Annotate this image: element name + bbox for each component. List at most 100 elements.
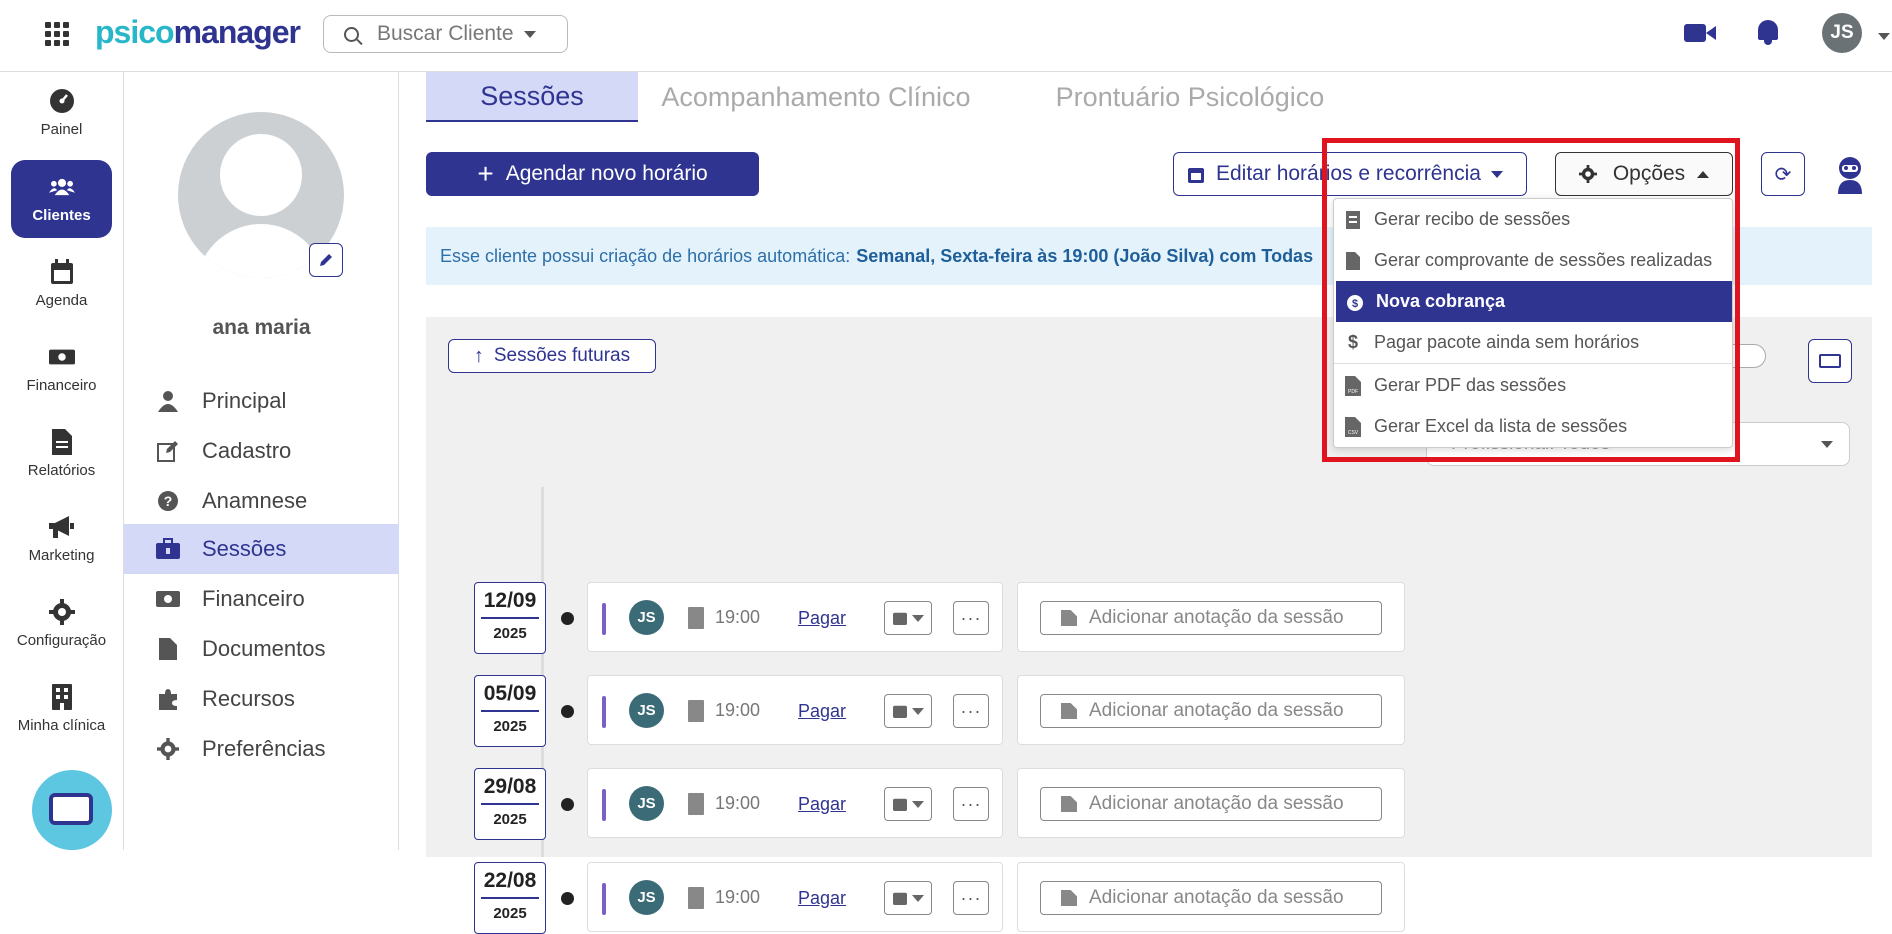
add-note-button[interactable]: Adicionar anotação da sessão (1040, 787, 1382, 821)
profile-menu-preferencias[interactable]: Preferências (124, 724, 399, 774)
profile-menu-recursos[interactable]: Recursos (124, 674, 399, 724)
briefcase-icon (156, 537, 180, 561)
pay-link[interactable]: Pagar (798, 794, 846, 815)
timeline-dot (561, 892, 574, 905)
users-icon (48, 175, 75, 199)
main-sidebar: Painel Clientes Agenda Financeiro Relató… (0, 72, 124, 850)
calendar-dropdown-button[interactable] (884, 694, 932, 728)
bell-icon[interactable] (1756, 18, 1780, 46)
top-bar: psicomanager Buscar Cliente JS (0, 0, 1892, 72)
session-time: 19:00 (715, 700, 761, 720)
future-sessions-button[interactable]: ↑ Sessões futuras (448, 339, 656, 373)
nav-agenda[interactable]: Agenda (11, 245, 112, 323)
calendar-icon (892, 612, 907, 625)
note-edit-icon (1061, 610, 1077, 626)
calendar-icon (892, 892, 907, 905)
user-icon (156, 389, 180, 413)
pencil-icon (320, 254, 332, 266)
tab-prontuario-psicologico[interactable]: Prontuário Psicológico (1034, 72, 1346, 122)
money-icon (48, 345, 75, 369)
puzzle-icon (156, 687, 180, 711)
chevron-down-icon[interactable] (1878, 33, 1890, 40)
question-icon: ? (156, 489, 180, 513)
calendar-dropdown-button[interactable] (884, 787, 932, 821)
session-time: 19:00 (715, 793, 761, 813)
calendar-dropdown-button[interactable] (884, 601, 932, 635)
id-card-button[interactable] (1808, 339, 1852, 383)
profile-menu-financeiro[interactable]: Financeiro (124, 574, 399, 624)
session-date: 12/09 2025 (474, 582, 546, 654)
nav-configuracao[interactable]: Configuração (11, 585, 112, 663)
search-placeholder: Buscar Cliente (377, 22, 514, 45)
calendar-icon (892, 798, 907, 811)
megaphone-icon (48, 515, 75, 539)
note-edit-icon (1061, 796, 1077, 812)
professional-avatar: JS (629, 693, 664, 728)
chevron-down-icon (523, 30, 536, 38)
pay-link[interactable]: Pagar (798, 701, 846, 722)
profile-menu-cadastro[interactable]: Cadastro (124, 426, 399, 476)
profile-menu-documentos[interactable]: Documentos (124, 624, 399, 674)
search-client-select[interactable]: Buscar Cliente (323, 15, 568, 53)
gauge-icon (49, 88, 75, 113)
arrow-up-icon: ↑ (473, 344, 484, 367)
new-schedule-button[interactable]: + Agendar novo horário (426, 152, 759, 196)
timeline-dot (561, 798, 574, 811)
profile-menu-principal[interactable]: Principal (124, 376, 399, 426)
add-note-button[interactable]: Adicionar anotação da sessão (1040, 601, 1382, 635)
user-avatar[interactable]: JS (1822, 13, 1862, 53)
nav-marketing[interactable]: Marketing (11, 500, 112, 578)
timeline-dot (561, 705, 574, 718)
calendar-dropdown-button[interactable] (884, 881, 932, 915)
session-card: JS 19:00 Pagar ··· (587, 675, 1003, 745)
add-note-button[interactable]: Adicionar anotação da sessão (1040, 881, 1382, 915)
id-card-icon (1819, 354, 1841, 368)
document-icon (49, 428, 75, 455)
session-note-card: Adicionar anotação da sessão (1017, 582, 1405, 652)
nav-relatorios[interactable]: Relatórios (11, 415, 112, 493)
more-options-button[interactable]: ··· (953, 787, 989, 821)
session-time: 19:00 (715, 607, 761, 627)
calendar-icon (49, 258, 75, 284)
tab-acompanhamento-clinico[interactable]: Acompanhamento Clínico (658, 72, 974, 122)
edit-avatar-button[interactable] (309, 243, 343, 277)
professional-avatar: JS (629, 786, 664, 821)
nav-minha-clinica[interactable]: Minha clínica (11, 670, 112, 748)
profile-menu-anamnese[interactable]: ? Anamnese (124, 476, 399, 526)
session-date: 05/09 2025 (474, 675, 546, 747)
money-icon (156, 587, 180, 611)
note-edit-icon (1061, 703, 1077, 719)
plus-icon: + (477, 158, 494, 189)
nav-clientes[interactable]: Clientes (11, 160, 112, 238)
profile-menu-sessoes[interactable]: Sessões (124, 524, 399, 574)
chat-icon (49, 793, 93, 825)
edit-icon (156, 439, 180, 463)
tab-sessoes[interactable]: Sessões (426, 72, 638, 122)
app-logo[interactable]: psicomanager (95, 14, 301, 51)
session-note-card: Adicionar anotação da sessão (1017, 862, 1405, 932)
gear-icon (48, 598, 75, 625)
pay-link[interactable]: Pagar (798, 888, 846, 909)
note-edit-icon (1061, 890, 1077, 906)
add-note-button[interactable]: Adicionar anotação da sessão (1040, 694, 1382, 728)
session-card: JS 19:00 Pagar ··· (587, 582, 1003, 652)
more-options-button[interactable]: ··· (953, 601, 989, 635)
chat-support-button[interactable] (32, 770, 112, 850)
building-icon (688, 607, 704, 629)
assistant-robot-icon[interactable] (1833, 156, 1867, 194)
session-card: JS 19:00 Pagar ··· (587, 862, 1003, 932)
refresh-button[interactable]: ⟳ (1761, 152, 1805, 196)
nav-painel[interactable]: Painel (11, 74, 112, 152)
refresh-icon: ⟳ (1774, 163, 1792, 186)
pay-link[interactable]: Pagar (798, 608, 846, 629)
gear-icon (156, 737, 180, 761)
highlight-annotation-box (1322, 138, 1740, 462)
more-options-button[interactable]: ··· (953, 881, 989, 915)
more-options-button[interactable]: ··· (953, 694, 989, 728)
chevron-down-icon (1821, 441, 1833, 448)
video-camera-icon[interactable] (1684, 24, 1716, 42)
apps-grid-icon[interactable] (45, 22, 69, 46)
session-note-card: Adicionar anotação da sessão (1017, 768, 1405, 838)
timeline-dot (561, 612, 574, 625)
nav-financeiro[interactable]: Financeiro (11, 330, 112, 408)
